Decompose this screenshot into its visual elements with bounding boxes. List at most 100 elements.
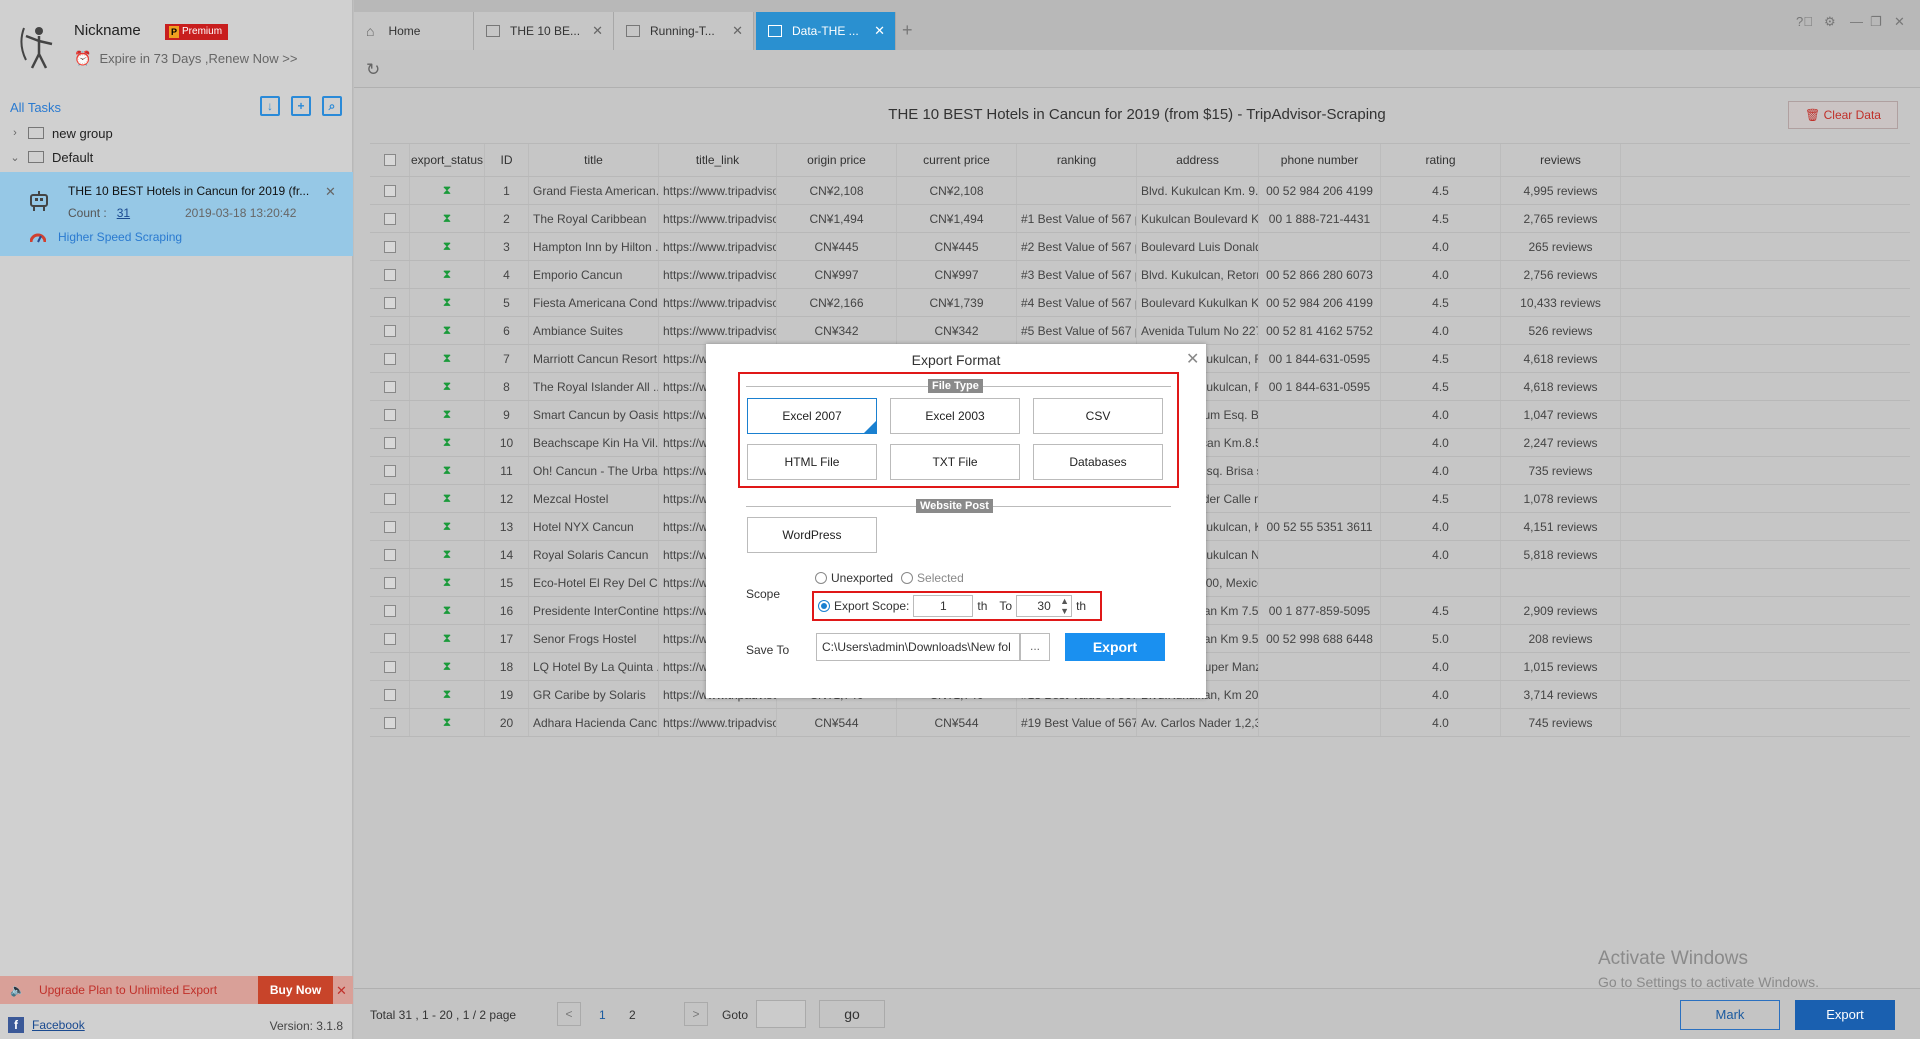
chevron-down-icon[interactable]: ⌄ — [6, 151, 24, 164]
dialog-export-button[interactable]: Export — [1065, 633, 1165, 661]
task-item[interactable]: THE 10 BEST Hotels in Cancun for 2019 (f… — [0, 172, 353, 256]
tab-running[interactable]: Running-T... ✕ — [614, 12, 754, 50]
page-1[interactable]: 1 — [599, 1008, 606, 1022]
excel-2007-option[interactable]: Excel 2007 — [747, 398, 877, 434]
column-header[interactable]: reviews — [1501, 144, 1621, 176]
facebook-icon[interactable]: f — [8, 1016, 24, 1033]
goto-input[interactable] — [756, 1000, 806, 1028]
txt-file-option[interactable]: TXT File — [890, 444, 1020, 480]
row-checkbox[interactable] — [383, 660, 396, 673]
stepper-icon[interactable]: ▲ ▼ — [1060, 596, 1069, 616]
row-checkbox[interactable] — [383, 520, 396, 533]
excel-2003-option[interactable]: Excel 2003 — [890, 398, 1020, 434]
close-icon[interactable]: ✕ — [1186, 349, 1199, 369]
save-path-input[interactable]: C:\Users\admin\Downloads\New fol — [816, 633, 1020, 661]
row-checkbox[interactable] — [383, 268, 396, 281]
expire-text[interactable]: Expire in 73 Days ,Renew Now >> — [99, 51, 297, 66]
column-header[interactable]: ID — [485, 144, 529, 176]
table-row[interactable]: ⧗ 2 The Royal Caribbean https://www.tripadv… — [370, 205, 1910, 233]
html-file-option[interactable]: HTML File — [747, 444, 877, 480]
close-icon[interactable]: ✕ — [336, 983, 347, 999]
gear-icon[interactable]: ⚙ — [1824, 14, 1836, 30]
column-header[interactable]: origin price — [777, 144, 897, 176]
help-icon[interactable]: ?⃝ — [1796, 14, 1813, 29]
export-scope-label[interactable]: Export Scope: — [834, 599, 909, 613]
row-checkbox[interactable] — [383, 352, 396, 365]
wordpress-option[interactable]: WordPress — [747, 517, 877, 553]
row-checkbox[interactable] — [383, 436, 396, 449]
add-tab-icon[interactable]: + — [902, 20, 913, 41]
table-row[interactable]: ⧗ 20 Adhara Hacienda Canc... https://www.tr… — [370, 709, 1910, 737]
row-checkbox[interactable] — [383, 688, 396, 701]
table-row[interactable]: ⧗ 4Emporio Cancunhttps://www.tripadvisor.… — [370, 261, 1910, 289]
tab-task[interactable]: THE 10 BE... ✕ — [474, 12, 614, 50]
export-scope-radio[interactable] — [818, 600, 830, 612]
select-all-checkbox[interactable] — [383, 154, 396, 166]
row-checkbox[interactable] — [383, 632, 396, 645]
search-task-icon[interactable]: ⌕ — [322, 96, 342, 116]
next-page-button[interactable]: > — [684, 1002, 708, 1026]
new-task-icon[interactable]: + — [291, 96, 311, 116]
chevron-right-icon[interactable]: › — [6, 127, 24, 139]
restore-icon[interactable]: ❐ — [1870, 14, 1882, 30]
tab-data[interactable]: Data-THE ... ✕ — [756, 12, 896, 50]
row-checkbox[interactable] — [383, 184, 396, 197]
column-header[interactable]: export_status — [410, 144, 485, 176]
row-checkbox[interactable] — [383, 212, 396, 225]
group-default[interactable]: ⌄ Default — [0, 145, 353, 169]
csv-option[interactable]: CSV — [1033, 398, 1163, 434]
go-button[interactable]: go — [819, 1000, 885, 1028]
scope-from-input[interactable]: 1 — [913, 595, 974, 617]
selected-label[interactable]: Selected — [917, 571, 964, 585]
row-checkbox[interactable] — [383, 380, 396, 393]
import-task-icon[interactable]: ↓ — [260, 96, 280, 116]
archer-avatar-icon[interactable] — [18, 24, 58, 70]
column-header[interactable]: title — [529, 144, 659, 176]
close-icon[interactable]: ✕ — [732, 23, 743, 39]
table-row[interactable]: ⧗ 5 Fiesta Americana Cond... https://www.tr… — [370, 289, 1910, 317]
row-checkbox[interactable] — [383, 576, 396, 589]
group-new-group[interactable]: › new group — [0, 121, 353, 145]
column-header[interactable]: current price — [897, 144, 1017, 176]
refresh-icon[interactable]: ↻ — [366, 60, 380, 80]
expire-row[interactable]: ⏰ Expire in 73 Days ,Renew Now >> — [74, 50, 297, 67]
browse-button[interactable]: ... — [1020, 633, 1050, 661]
clear-data-button[interactable]: 🗑 Clear Data — [1788, 101, 1898, 129]
scope-to-input[interactable]: 30 ▲ ▼ — [1016, 595, 1073, 617]
row-checkbox[interactable] — [383, 604, 396, 617]
count-value[interactable]: 31 — [117, 206, 130, 220]
row-checkbox[interactable] — [383, 240, 396, 253]
unexported-radio[interactable] — [815, 572, 827, 584]
close-icon[interactable]: ✕ — [592, 23, 603, 39]
row-checkbox[interactable] — [383, 408, 396, 421]
row-checkbox[interactable] — [383, 296, 396, 309]
column-header[interactable]: phone number — [1259, 144, 1381, 176]
page-2[interactable]: 2 — [629, 1008, 636, 1022]
row-checkbox[interactable] — [383, 324, 396, 337]
selected-radio[interactable] — [901, 572, 914, 584]
databases-option[interactable]: Databases — [1033, 444, 1163, 480]
all-tasks-label[interactable]: All Tasks — [10, 100, 61, 115]
export-button[interactable]: Export — [1795, 1000, 1895, 1030]
column-header[interactable]: rating — [1381, 144, 1501, 176]
close-icon[interactable]: ✕ — [325, 184, 336, 200]
close-window-icon[interactable]: ✕ — [1894, 14, 1905, 30]
row-checkbox[interactable] — [383, 492, 396, 505]
table-row[interactable]: ⧗ 1 Grand Fiesta American... https://www.tr… — [370, 177, 1910, 205]
mark-button[interactable]: Mark — [1680, 1000, 1780, 1030]
column-header[interactable]: ranking — [1017, 144, 1137, 176]
row-checkbox[interactable] — [383, 464, 396, 477]
prev-page-button[interactable]: < — [557, 1002, 581, 1026]
row-checkbox[interactable] — [383, 548, 396, 561]
buy-now-button[interactable]: Buy Now — [258, 976, 333, 1004]
facebook-link[interactable]: Facebook — [32, 1018, 85, 1032]
minimize-icon[interactable]: — — [1850, 14, 1863, 29]
column-header[interactable]: title_link — [659, 144, 777, 176]
row-checkbox[interactable] — [383, 716, 396, 729]
column-header[interactable]: address — [1137, 144, 1259, 176]
unexported-label[interactable]: Unexported — [831, 571, 893, 585]
close-icon[interactable]: ✕ — [874, 23, 885, 39]
table-row[interactable]: ⧗ 6Ambiance Suiteshttps://www.tripadvisor… — [370, 317, 1910, 345]
tab-home[interactable]: ⌂ Home — [354, 12, 474, 50]
table-row[interactable]: ⧗ 3 Hampton Inn by Hilton ... https://www.t… — [370, 233, 1910, 261]
